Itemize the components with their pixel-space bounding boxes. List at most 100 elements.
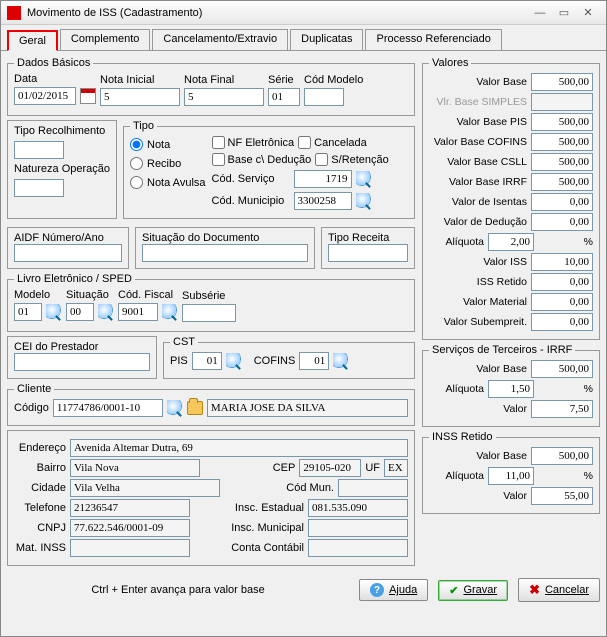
radio-nota[interactable]: Nota — [130, 138, 206, 151]
cod-servico-label: Cód. Serviço — [212, 173, 290, 185]
radio-nota-avulsa[interactable]: Nota Avulsa — [130, 176, 206, 189]
nota-final-label: Nota Final — [184, 74, 264, 86]
nota-final-input[interactable] — [184, 88, 264, 106]
radio-recibo[interactable]: Recibo — [130, 157, 206, 170]
search-icon[interactable] — [356, 193, 372, 209]
search-icon[interactable] — [98, 304, 114, 320]
inss-aliq-label: Alíquota — [429, 470, 484, 482]
cod-modelo-input[interactable] — [304, 88, 344, 106]
cst-pis-input[interactable] — [192, 352, 222, 370]
cod-servico-input[interactable] — [294, 170, 352, 188]
search-icon[interactable] — [226, 353, 242, 369]
search-icon[interactable] — [46, 304, 62, 320]
tipo-receita-label: Tipo Receita — [328, 232, 389, 244]
inss-group: INSS Retido Valor Base Alíquota% Valor — [422, 431, 600, 514]
terc-base-input[interactable] — [531, 360, 593, 378]
inss-aliq-input[interactable] — [488, 467, 534, 485]
search-icon[interactable] — [356, 171, 372, 187]
aidf-input[interactable] — [14, 244, 122, 262]
natureza-operacao-input[interactable] — [14, 179, 64, 197]
inss-valor-input[interactable] — [531, 487, 593, 505]
inss-valor-label: Valor — [429, 490, 527, 502]
valor-deducao-label: Valor de Dedução — [429, 216, 527, 228]
app-icon — [7, 6, 21, 20]
im-input — [308, 519, 408, 537]
valor-csll-input[interactable] — [531, 153, 593, 171]
valor-irrf-label: Valor Base IRRF — [429, 176, 527, 188]
valor-csll-label: Valor Base CSLL — [429, 156, 527, 168]
endereco-group: Endereço Bairro CEP UF Cidade Cód Mun. T… — [7, 430, 415, 566]
calendar-icon[interactable] — [80, 88, 96, 104]
cnpj-input — [70, 519, 190, 537]
aliquota-input[interactable] — [488, 233, 534, 251]
tab-geral[interactable]: Geral — [7, 30, 58, 51]
terc-valor-input[interactable] — [531, 400, 593, 418]
serie-label: Série — [268, 74, 300, 86]
close-button[interactable]: ✕ — [576, 6, 600, 19]
valor-cofins-input[interactable] — [531, 133, 593, 151]
tipo-recolhimento-label: Tipo Recolhimento — [14, 125, 110, 137]
telefone-label: Telefone — [14, 502, 66, 514]
codmun-input — [338, 479, 408, 497]
tab-duplicatas[interactable]: Duplicatas — [290, 29, 363, 50]
footer-hint: Ctrl + Enter avança para valor base — [7, 584, 349, 596]
search-icon[interactable] — [333, 353, 349, 369]
tab-complemento[interactable]: Complemento — [60, 29, 150, 50]
cei-label: CEI do Prestador — [14, 341, 98, 353]
valor-deducao-input[interactable] — [531, 213, 593, 231]
maximize-button[interactable]: ▭ — [552, 6, 576, 19]
bairro-label: Bairro — [14, 462, 66, 474]
terc-aliq-input[interactable] — [488, 380, 534, 398]
sped-situacao-input[interactable] — [66, 303, 94, 321]
terc-aliq-label: Alíquota — [429, 383, 484, 395]
valor-pis-input[interactable] — [531, 113, 593, 131]
valor-material-input[interactable] — [531, 293, 593, 311]
sped-subserie-input[interactable] — [182, 304, 236, 322]
ie-label: Insc. Estadual — [235, 502, 304, 514]
x-icon: ✖ — [529, 582, 540, 598]
ajuda-button[interactable]: ?Ajuda — [359, 579, 428, 601]
minimize-button[interactable]: — — [528, 7, 552, 19]
valor-material-label: Valor Material — [429, 296, 527, 308]
search-icon[interactable] — [167, 400, 183, 416]
cei-input[interactable] — [14, 353, 150, 371]
gravar-button[interactable]: ✔Gravar — [438, 580, 508, 601]
cliente-codigo-input[interactable] — [53, 399, 163, 417]
data-input[interactable] — [14, 87, 76, 105]
search-icon[interactable] — [162, 304, 178, 320]
valor-irrf-input[interactable] — [531, 173, 593, 191]
im-label: Insc. Municipal — [231, 522, 304, 534]
terceiros-legend: Serviços de Terceiros - IRRF — [429, 344, 575, 356]
iss-retido-input[interactable] — [531, 273, 593, 291]
valor-subempreit-input[interactable] — [531, 313, 593, 331]
chk-s-retencao[interactable]: S/Retenção — [315, 153, 388, 166]
valor-isentas-input[interactable] — [531, 193, 593, 211]
cod-modelo-label: Cód Modelo — [304, 74, 363, 86]
cst-cofins-input[interactable] — [299, 352, 329, 370]
folder-icon[interactable] — [187, 401, 203, 415]
serie-input[interactable] — [268, 88, 300, 106]
tab-processo[interactable]: Processo Referenciado — [365, 29, 501, 50]
valor-iss-input[interactable] — [531, 253, 593, 271]
sped-cfiscal-input[interactable] — [118, 303, 158, 321]
cod-municipio-input[interactable] — [294, 192, 352, 210]
cst-cofins-label: COFINS — [254, 355, 296, 367]
inss-legend: INSS Retido — [429, 431, 496, 443]
situacao-doc-input[interactable] — [142, 244, 308, 262]
sped-modelo-input[interactable] — [14, 303, 42, 321]
chk-nf-eletronica[interactable]: NF Eletrônica — [212, 136, 295, 149]
tipo-receita-input[interactable] — [328, 244, 408, 262]
terc-valor-label: Valor — [429, 403, 527, 415]
chk-base-deducao[interactable]: Base c\ Dedução — [212, 153, 312, 166]
chk-cancelada[interactable]: Cancelada — [298, 136, 367, 149]
valor-simples-label: Vlr. Base SIMPLES — [429, 96, 527, 108]
codmun-label: Cód Mun. — [286, 482, 334, 494]
valor-base-input[interactable] — [531, 73, 593, 91]
cliente-group: Cliente Código — [7, 383, 415, 426]
inss-base-input[interactable] — [531, 447, 593, 465]
nota-inicial-input[interactable] — [100, 88, 180, 106]
tipo-recolhimento-input[interactable] — [14, 141, 64, 159]
cancelar-button[interactable]: ✖Cancelar — [518, 578, 600, 602]
cidade-label: Cidade — [14, 482, 66, 494]
tab-cancelamento[interactable]: Cancelamento/Extravio — [152, 29, 288, 50]
